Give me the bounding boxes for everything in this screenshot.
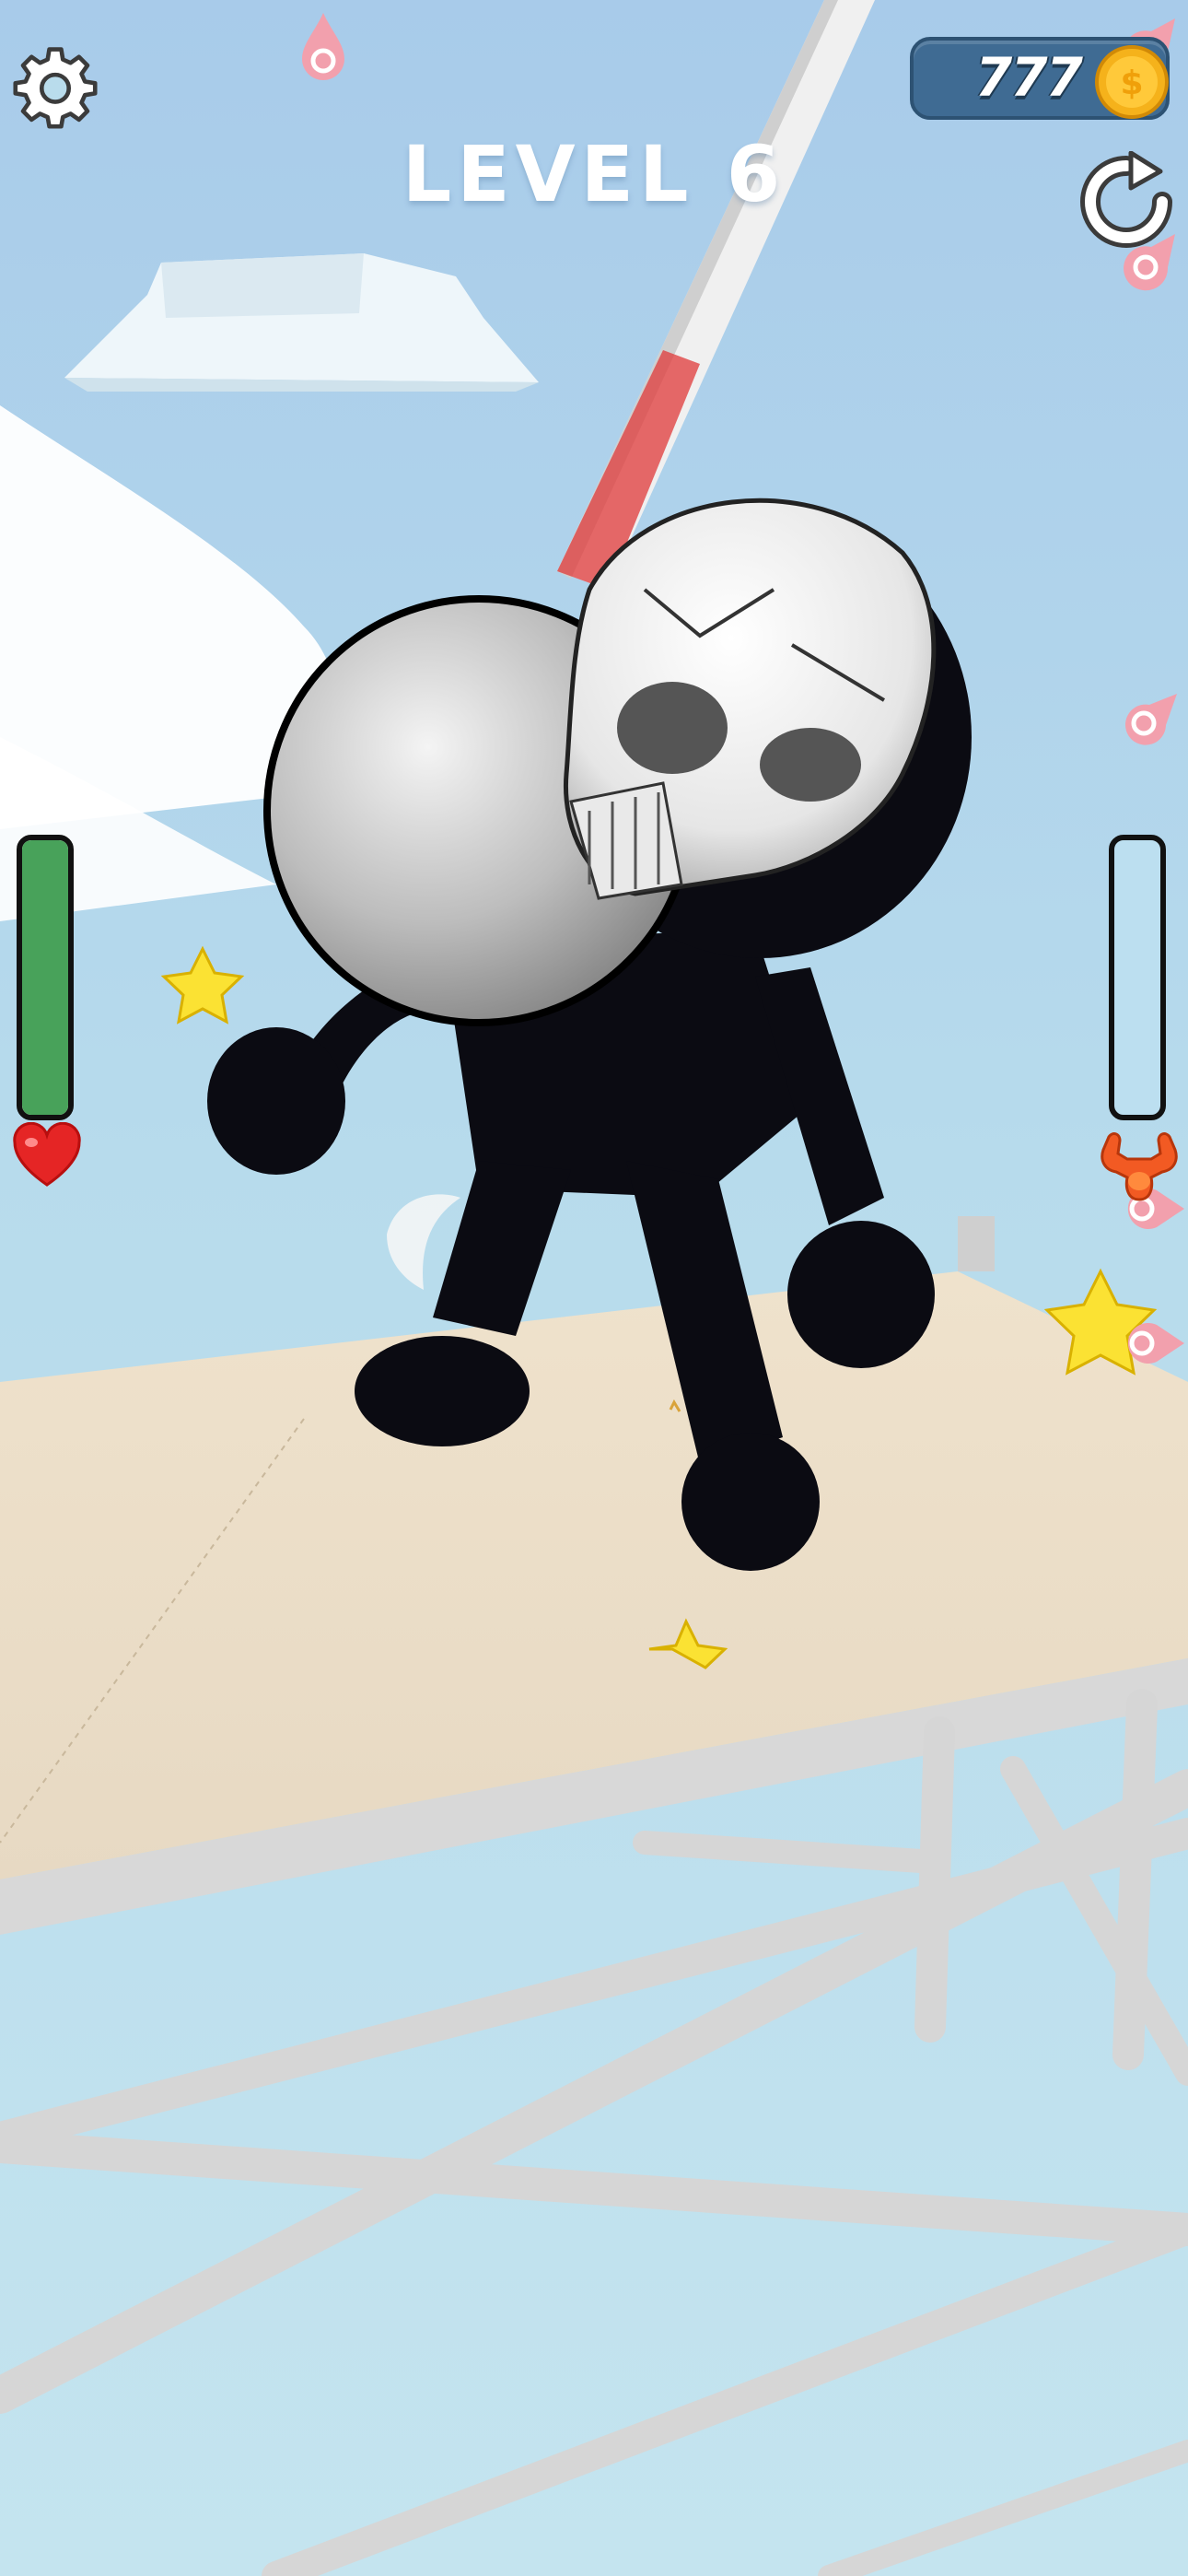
heart-icon	[13, 1122, 81, 1187]
game-screen[interactable]: 777 $ LEVEL 6	[0, 0, 1188, 2576]
game-scene	[0, 0, 1188, 2576]
level-title: LEVEL 6	[0, 129, 1188, 219]
coin-count: 777	[974, 46, 1083, 109]
coin-icon: $	[1095, 45, 1169, 119]
target-marker-icon	[1125, 694, 1177, 745]
coin-counter: 777 $	[910, 37, 1170, 120]
svg-text:$: $	[1120, 64, 1143, 102]
player-health-fill	[22, 840, 68, 1115]
target-marker-icon	[302, 13, 344, 80]
level-title-text: LEVEL 6	[402, 129, 786, 219]
target-marker-icon	[1127, 1323, 1184, 1364]
gear-icon[interactable]	[13, 44, 98, 129]
player-health-bar	[17, 835, 74, 1120]
muscle-strength-icon	[1101, 1132, 1178, 1201]
enemy-health-bar	[1109, 835, 1166, 1120]
